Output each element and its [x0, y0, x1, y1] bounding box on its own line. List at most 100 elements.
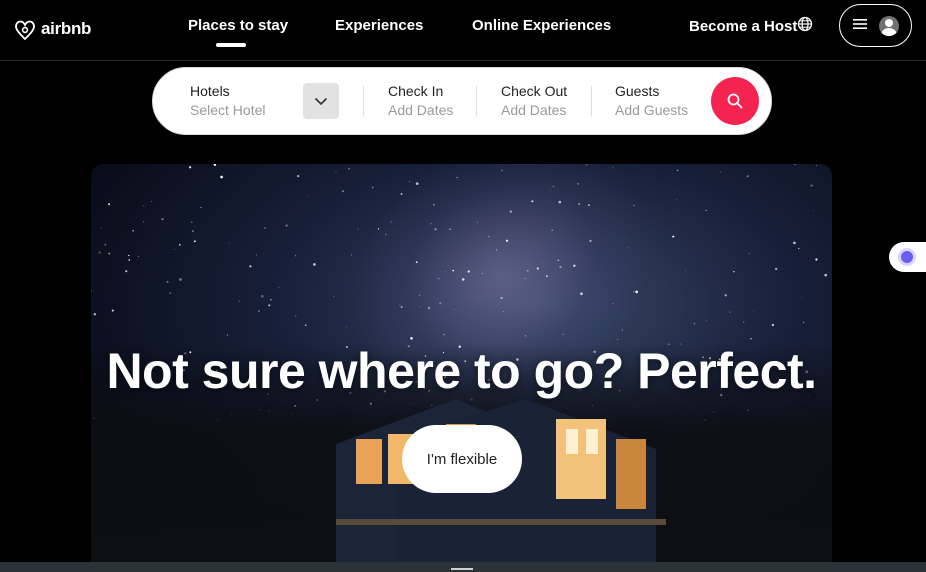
assistant-icon: [901, 251, 913, 263]
star: [461, 278, 465, 281]
star: [410, 336, 413, 340]
star: [633, 205, 635, 207]
star: [612, 302, 614, 304]
star: [111, 309, 114, 312]
check-in-placeholder: Add Dates: [388, 102, 454, 118]
field-divider: [476, 86, 477, 116]
star: [467, 270, 470, 273]
star: [552, 185, 555, 188]
airbnb-logo-icon: [15, 20, 35, 41]
star: [430, 223, 432, 225]
star: [633, 291, 635, 293]
star: [815, 164, 817, 166]
hotel-dropdown-button[interactable]: [303, 83, 339, 119]
star: [676, 169, 679, 172]
star: [437, 277, 440, 280]
star: [815, 258, 818, 261]
star: [495, 249, 497, 251]
star: [433, 203, 435, 206]
star: [774, 267, 778, 271]
bottom-handle[interactable]: [451, 568, 473, 570]
star: [557, 259, 559, 262]
star: [693, 322, 696, 325]
star: [294, 255, 297, 257]
hero-title: Not sure where to go? Perfect.: [106, 343, 817, 399]
star: [151, 200, 152, 202]
star: [255, 254, 257, 256]
star: [439, 302, 442, 305]
star: [125, 270, 128, 273]
star: [505, 239, 509, 242]
check-in-field[interactable]: Check In Add Dates: [388, 82, 453, 120]
star: [612, 167, 614, 169]
check-out-field[interactable]: Check Out Add Dates: [501, 82, 567, 120]
star: [258, 310, 260, 312]
star: [307, 195, 309, 197]
become-host-link[interactable]: Become a Host: [689, 18, 797, 35]
star: [575, 165, 577, 167]
star: [188, 166, 192, 169]
star: [200, 206, 202, 209]
star: [753, 311, 754, 313]
star: [453, 309, 455, 311]
star: [93, 313, 96, 316]
star: [415, 261, 418, 263]
star: [98, 251, 101, 254]
star: [400, 192, 403, 195]
star: [676, 199, 678, 200]
star: [285, 224, 288, 227]
star: [743, 321, 745, 323]
field-divider: [363, 86, 364, 116]
hotel-placeholder: Select Hotel: [190, 102, 266, 118]
star: [449, 228, 451, 230]
star: [476, 221, 478, 223]
star: [142, 205, 144, 207]
star: [812, 209, 814, 211]
star: [481, 273, 483, 275]
star: [304, 324, 307, 326]
guests-placeholder: Add Guests: [615, 102, 689, 118]
nav-places-to-stay[interactable]: Places to stay: [188, 17, 288, 34]
star: [824, 273, 828, 277]
star: [278, 286, 280, 288]
star: [191, 230, 194, 233]
star: [750, 338, 752, 340]
star: [621, 329, 623, 331]
star: [260, 295, 264, 298]
star: [351, 254, 352, 256]
airbnb-logo[interactable]: airbnb: [14, 17, 91, 41]
star: [536, 267, 539, 270]
star: [161, 218, 164, 221]
hotel-field[interactable]: Hotels Select Hotel: [190, 82, 265, 120]
star: [793, 241, 796, 245]
star: [589, 239, 592, 243]
brand-name: airbnb: [41, 19, 92, 38]
star: [586, 164, 588, 166]
nav-online-experiences[interactable]: Online Experiences: [472, 17, 611, 34]
star: [385, 237, 386, 239]
star: [810, 184, 813, 187]
search-icon: [727, 93, 743, 109]
side-widget-tab[interactable]: [889, 242, 926, 272]
guests-field[interactable]: Guests Add Guests: [615, 82, 688, 120]
star: [456, 176, 458, 179]
star: [444, 271, 446, 273]
globe-icon[interactable]: [797, 16, 813, 37]
menu-icon: [852, 17, 867, 35]
star: [542, 263, 544, 265]
star: [377, 228, 380, 230]
star: [128, 254, 130, 257]
star: [228, 242, 230, 244]
star: [166, 280, 169, 284]
star: [546, 275, 548, 278]
star: [724, 294, 727, 297]
star: [500, 296, 503, 300]
search-button[interactable]: [711, 77, 759, 125]
user-menu-button[interactable]: [839, 4, 912, 47]
im-flexible-button[interactable]: I'm flexible: [402, 425, 522, 493]
star: [91, 289, 92, 292]
star: [801, 297, 803, 299]
star: [729, 311, 731, 313]
nav-experiences[interactable]: Experiences: [335, 17, 423, 34]
search-bar: Hotels Select Hotel Check In Add Dates C…: [152, 67, 772, 135]
